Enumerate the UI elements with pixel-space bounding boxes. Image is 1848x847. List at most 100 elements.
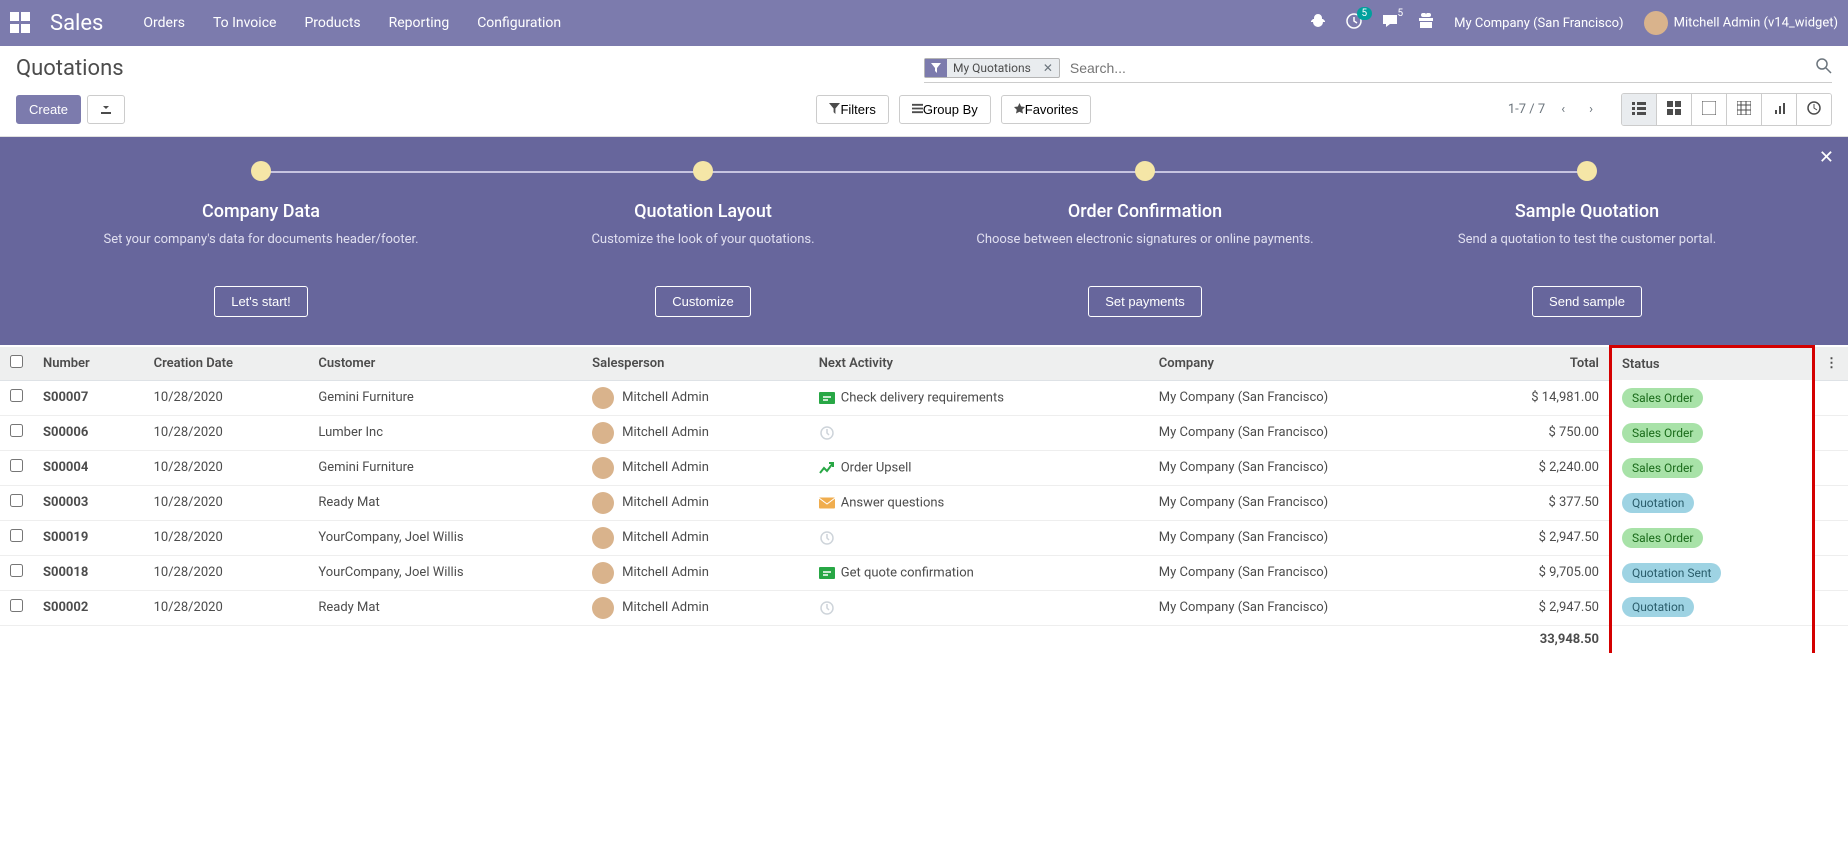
row-checkbox[interactable] <box>10 389 23 402</box>
facet-label: My Quotations <box>947 61 1037 75</box>
banner-close-icon[interactable]: ✕ <box>1819 147 1834 168</box>
create-button[interactable]: Create <box>16 95 81 124</box>
pager: 1-7 / 7 ‹ › <box>1508 98 1601 121</box>
menu-products[interactable]: Products <box>304 15 360 31</box>
view-activity-icon[interactable] <box>1796 94 1831 125</box>
cell-date: 10/28/2020 <box>144 415 309 450</box>
filter-icon <box>925 59 947 77</box>
apps-icon[interactable] <box>10 12 32 34</box>
cell-total: $ 2,240.00 <box>1463 450 1611 485</box>
onboarding-step: Company Data Set your company's data for… <box>40 161 482 317</box>
company-data-button[interactable]: Let's start! <box>214 286 308 317</box>
th-company[interactable]: Company <box>1149 347 1463 381</box>
cell-customer: Ready Mat <box>308 590 582 625</box>
cell-customer: Gemini Furniture <box>308 450 582 485</box>
table-row[interactable]: S00007 10/28/2020 Gemini Furniture Mitch… <box>0 380 1848 415</box>
company-switcher[interactable]: My Company (San Francisco) <box>1454 16 1623 31</box>
table-row[interactable]: S00006 10/28/2020 Lumber Inc Mitchell Ad… <box>0 415 1848 450</box>
cell-status: Quotation Sent <box>1610 555 1813 590</box>
step-dot-icon <box>1577 161 1597 181</box>
row-checkbox[interactable] <box>10 529 23 542</box>
user-menu[interactable]: Mitchell Admin (v14_widget) <box>1644 11 1838 35</box>
cell-salesperson: Mitchell Admin <box>582 450 809 485</box>
cell-activity[interactable]: Order Upsell <box>809 450 1149 485</box>
view-switcher <box>1621 93 1832 126</box>
avatar-icon <box>592 597 614 619</box>
table-row[interactable]: S00004 10/28/2020 Gemini Furniture Mitch… <box>0 450 1848 485</box>
table-row[interactable]: S00003 10/28/2020 Ready Mat Mitchell Adm… <box>0 485 1848 520</box>
cell-date: 10/28/2020 <box>144 590 309 625</box>
th-salesperson[interactable]: Salesperson <box>582 347 809 381</box>
cell-activity[interactable]: Get quote confirmation <box>809 555 1149 590</box>
cell-activity[interactable] <box>809 590 1149 625</box>
view-list-icon[interactable] <box>1622 94 1656 125</box>
menu-configuration[interactable]: Configuration <box>477 15 561 31</box>
download-button[interactable] <box>87 95 125 124</box>
th-date[interactable]: Creation Date <box>144 347 309 381</box>
cell-activity[interactable]: Check delivery requirements <box>809 380 1149 415</box>
view-calendar-icon[interactable] <box>1691 94 1726 125</box>
cell-date: 10/28/2020 <box>144 520 309 555</box>
set-payments-button[interactable]: Set payments <box>1088 286 1202 317</box>
facet-remove-icon[interactable]: ✕ <box>1037 61 1059 75</box>
table-row[interactable]: S00019 10/28/2020 YourCompany, Joel Will… <box>0 520 1848 555</box>
th-status[interactable]: Status <box>1610 347 1813 381</box>
search-icon[interactable] <box>1816 58 1832 78</box>
row-checkbox[interactable] <box>10 599 23 612</box>
select-all-checkbox[interactable] <box>10 355 23 368</box>
row-checkbox[interactable] <box>10 564 23 577</box>
th-number[interactable]: Number <box>33 347 144 381</box>
chat-badge: 5 <box>1393 7 1409 20</box>
customize-button[interactable]: Customize <box>655 286 750 317</box>
cell-activity[interactable]: Answer questions <box>809 485 1149 520</box>
table-row[interactable]: S00018 10/28/2020 YourCompany, Joel Will… <box>0 555 1848 590</box>
view-pivot-icon[interactable] <box>1726 94 1761 125</box>
gift-icon[interactable] <box>1418 13 1434 33</box>
send-sample-button[interactable]: Send sample <box>1532 286 1642 317</box>
row-checkbox[interactable] <box>10 459 23 472</box>
view-graph-icon[interactable] <box>1761 94 1796 125</box>
step-dot-icon <box>1135 161 1155 181</box>
bug-icon[interactable] <box>1310 13 1326 33</box>
status-badge: Sales Order <box>1622 458 1704 478</box>
cell-status: Quotation <box>1610 590 1813 625</box>
cell-activity[interactable] <box>809 415 1149 450</box>
pager-next-icon[interactable]: › <box>1581 98 1601 121</box>
cell-salesperson: Mitchell Admin <box>582 590 809 625</box>
clock-icon[interactable]: 5 <box>1346 13 1362 33</box>
search-bar[interactable]: My Quotations ✕ <box>924 54 1832 83</box>
pager-prev-icon[interactable]: ‹ <box>1553 98 1573 121</box>
menu-reporting[interactable]: Reporting <box>389 15 450 31</box>
cell-company: My Company (San Francisco) <box>1149 520 1463 555</box>
cell-date: 10/28/2020 <box>144 380 309 415</box>
row-checkbox[interactable] <box>10 494 23 507</box>
groupby-button[interactable]: Group By <box>899 95 991 124</box>
view-kanban-icon[interactable] <box>1656 94 1691 125</box>
user-name: Mitchell Admin (v14_widget) <box>1674 15 1838 30</box>
table-row[interactable]: S00002 10/28/2020 Ready Mat Mitchell Adm… <box>0 590 1848 625</box>
cell-company: My Company (San Francisco) <box>1149 450 1463 485</box>
filters-button[interactable]: Filters <box>816 95 888 124</box>
row-checkbox[interactable] <box>10 424 23 437</box>
footer-total: 33,948.50 <box>1463 625 1611 653</box>
menu-orders[interactable]: Orders <box>143 15 185 31</box>
favorites-button[interactable]: Favorites <box>1001 95 1091 124</box>
pager-value[interactable]: 1-7 / 7 <box>1508 102 1545 117</box>
app-brand[interactable]: Sales <box>50 11 103 36</box>
cell-activity[interactable] <box>809 520 1149 555</box>
chat-icon[interactable]: 5 <box>1382 13 1398 33</box>
menu-to-invoice[interactable]: To Invoice <box>213 15 277 31</box>
th-customer[interactable]: Customer <box>308 347 582 381</box>
cell-salesperson: Mitchell Admin <box>582 415 809 450</box>
avatar-icon <box>592 527 614 549</box>
avatar-icon <box>592 562 614 584</box>
search-input[interactable] <box>1066 56 1816 80</box>
th-activity[interactable]: Next Activity <box>809 347 1149 381</box>
th-total[interactable]: Total <box>1463 347 1611 381</box>
cell-status: Sales Order <box>1610 380 1813 415</box>
cell-total: $ 377.50 <box>1463 485 1611 520</box>
cell-salesperson: Mitchell Admin <box>582 520 809 555</box>
optional-columns-icon[interactable]: ⋮ <box>1814 347 1848 381</box>
avatar-icon <box>592 457 614 479</box>
cell-total: $ 9,705.00 <box>1463 555 1611 590</box>
